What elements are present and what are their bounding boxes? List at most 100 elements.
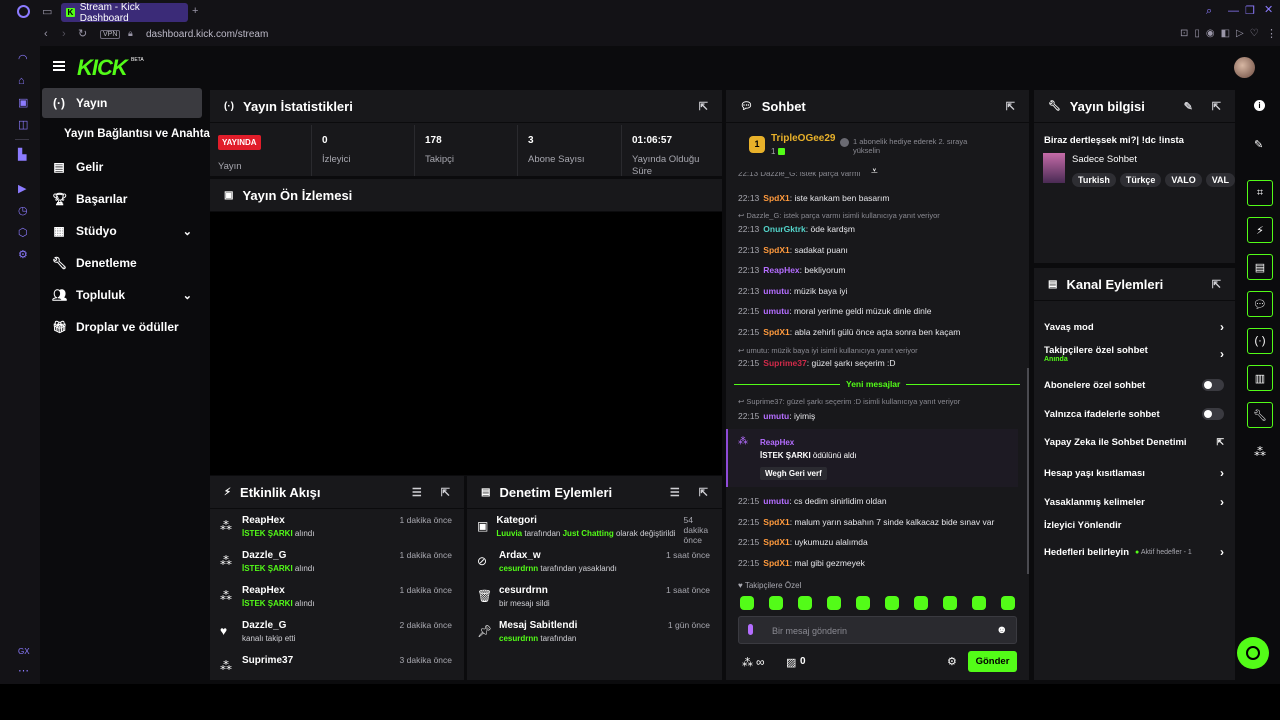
edit-icon[interactable]: ✎ [1184, 100, 1193, 113]
subs-only-toggle[interactable] [1202, 379, 1224, 391]
back-icon[interactable]: ‹ [44, 29, 48, 40]
tab-manager-icon[interactable]: ▭ [42, 7, 52, 18]
account-age-row[interactable]: Hesap yaşı kısıtlaması › [1044, 466, 1224, 480]
emotes-only-toggle[interactable] [1202, 408, 1224, 420]
avatar[interactable] [1234, 57, 1255, 78]
reload-icon[interactable]: ↻ [78, 29, 87, 40]
nav-studio[interactable]: ▦ Stüdyo ⌄ [42, 216, 202, 246]
popout-icon[interactable]: ⇱ [699, 486, 708, 499]
popout-icon[interactable]: ⇱ [1212, 278, 1221, 291]
list-item[interactable]: ⁂ ReapHex İSTEK ŞARKI alındı 1 dakika önce [210, 509, 464, 544]
redirect-row[interactable]: İzleyici Yönlendir [1044, 520, 1224, 531]
nav-stream[interactable]: (·) Yayın [42, 88, 202, 118]
info-icon[interactable]: i [1254, 100, 1265, 111]
sidebar-history-icon[interactable]: ◷ [18, 206, 28, 217]
ai-moderation-row[interactable]: Yapay Zeka ile Sohbet Denetimi ⇱ [1044, 437, 1224, 448]
emote-icon[interactable] [827, 596, 841, 610]
tag[interactable]: VAL [1205, 173, 1235, 187]
nav-income[interactable]: ▤ Gelir [42, 152, 202, 182]
emote-icon[interactable] [972, 596, 986, 610]
slow-mode-row[interactable]: Yavaş mod › [1044, 320, 1224, 334]
emote-icon[interactable] [769, 596, 783, 610]
gift-icon[interactable]: ▨ [786, 656, 796, 669]
nav-connection[interactable]: Yayın Bağlantısı ve Anahtarı [64, 128, 218, 140]
emote-icon[interactable] [856, 596, 870, 610]
kick-logo[interactable]: KICK [77, 55, 128, 81]
mic-icon[interactable] [748, 624, 753, 635]
chat-username[interactable]: umutu [763, 286, 789, 296]
chat-username[interactable]: SpdX1 [763, 327, 789, 337]
emoji-icon[interactable]: ☻ [996, 624, 1008, 636]
chat-username[interactable]: SpdX1 [763, 245, 789, 255]
browser-menu-icon[interactable]: ⋮ [1266, 29, 1277, 40]
popout-icon[interactable]: ⇱ [1006, 100, 1015, 113]
sidebar-player-icon[interactable]: ◫ [18, 120, 28, 131]
emotes-only-row[interactable]: Yalnızca ifadelerle sohbet [1044, 408, 1224, 420]
gear-icon[interactable]: ⚙ [947, 655, 957, 668]
collapse-icon[interactable]: ⩡ [871, 164, 878, 179]
tag[interactable]: Türkçe [1119, 173, 1162, 187]
chat-username[interactable]: SpdX1 [763, 558, 789, 568]
sidebar-cube-icon[interactable]: ⬡ [18, 228, 28, 239]
emote-icon[interactable] [1001, 596, 1015, 610]
browser-tab-active[interactable]: K Stream - Kick Dashboard [61, 2, 188, 24]
list-item[interactable]: ⁂ Dazzle_G İSTEK ŞARKI alındı 1 dakika önce [210, 544, 464, 579]
settings-tool-button[interactable]: 🔧︎ [1247, 402, 1273, 428]
chat-username[interactable]: ReapHex [763, 265, 799, 275]
sidebar-more-icon[interactable]: ⋯ [18, 666, 29, 677]
support-button[interactable] [1237, 637, 1269, 669]
tag[interactable]: VALO [1165, 173, 1202, 187]
new-tab-icon[interactable]: + [192, 6, 198, 17]
nav-moderation[interactable]: 🔧︎ Denetleme [42, 248, 202, 278]
twitch-icon[interactable]: ▙ [18, 150, 26, 161]
sidebar-play-icon[interactable]: ▶ [18, 184, 26, 195]
list-item[interactable]: ⊘ Ardax_w cesurdrnn tarafından yasaklandı 1… [467, 544, 722, 579]
chat-username[interactable]: SpdX1 [763, 517, 789, 527]
list-item[interactable]: 📌︎ Mesaj Sabitlendi cesurdrnn tarafından 1 … [467, 614, 722, 649]
forward-icon[interactable]: › [62, 29, 66, 40]
nav-achievements[interactable]: 🏆︎ Başarılar [42, 184, 202, 214]
opera-logo-icon[interactable] [17, 5, 30, 18]
list-item[interactable]: ▣ Kategori Luuvia tarafından Just Chatting… [467, 509, 722, 545]
pinned-gift-leader[interactable]: 1 TripleOGee29 1 1 abonelik hediye edere… [749, 133, 1019, 161]
list-item[interactable]: ⁂ Suprime37 3 dakika önce [210, 649, 464, 680]
nav-drops[interactable]: 🎁︎ Droplar ve ödüller [42, 312, 202, 342]
popout-icon[interactable]: ⇱ [441, 486, 450, 499]
nav-community[interactable]: 👥︎ Topluluk ⌄ [42, 280, 202, 310]
followers-only-row[interactable]: Takipçilere özel sohbet Anında › [1044, 345, 1224, 363]
emote-icon[interactable] [885, 596, 899, 610]
chat-username[interactable]: Suprime37 [763, 358, 806, 368]
hamburger-icon[interactable] [53, 61, 65, 71]
goals-row[interactable]: Hedefleri belirleyin ● Aktif hedefler - 1… [1044, 545, 1224, 559]
chat-username[interactable]: SpdX1 [763, 537, 789, 547]
list-item[interactable]: 🗑︎ cesurdrnn bir mesajı sildi 1 saat önce [467, 579, 722, 614]
list-item[interactable]: ♥ Dazzle_G kanalı takip etti 2 dakika önce [210, 614, 464, 649]
sidebar-ai-icon[interactable]: ◠ [18, 54, 28, 65]
activity-tool-button[interactable]: ⚡︎ [1247, 217, 1273, 243]
sidebar-game-icon[interactable]: ▣ [18, 98, 28, 109]
clip-tool-button[interactable]: ⌗ [1247, 180, 1273, 206]
vpn-badge[interactable]: VPN [100, 30, 121, 39]
chat-username[interactable]: umutu [763, 306, 789, 316]
tag[interactable]: Turkish [1072, 173, 1116, 187]
close-icon[interactable]: ✕ [1264, 5, 1273, 16]
popout-icon[interactable]: ⇱ [699, 100, 708, 113]
popout-icon[interactable]: ⇱ [1212, 100, 1221, 113]
emote-icon[interactable] [740, 596, 754, 610]
extension-icons[interactable]: ⊡▯◉◧▷♡ [1180, 29, 1265, 39]
pencil-icon[interactable]: ✎ [1254, 138, 1263, 151]
list-item[interactable]: ⁂ ReapHex İSTEK ŞARKI alındı 1 dakika önce [210, 579, 464, 614]
emote-icon[interactable] [943, 596, 957, 610]
points-icon[interactable]: ⁂ [1254, 445, 1266, 459]
subs-only-row[interactable]: Abonelere özel sohbet [1044, 379, 1224, 391]
maximize-icon[interactable]: ❐ [1245, 6, 1255, 17]
emote-icon[interactable] [914, 596, 928, 610]
points-icon[interactable]: ⁂ [742, 656, 753, 669]
chat-username[interactable]: umutu [763, 411, 789, 421]
actions-tool-button[interactable]: ▥ [1247, 365, 1273, 391]
broadcast-tool-button[interactable]: (·) [1247, 328, 1273, 354]
url-field[interactable]: dashboard.kick.com/stream [146, 29, 268, 40]
chat-username[interactable]: umutu [763, 496, 789, 506]
chat-tool-button[interactable]: 💬︎ [1247, 291, 1273, 317]
filter-icon[interactable]: ☰ [670, 486, 680, 499]
